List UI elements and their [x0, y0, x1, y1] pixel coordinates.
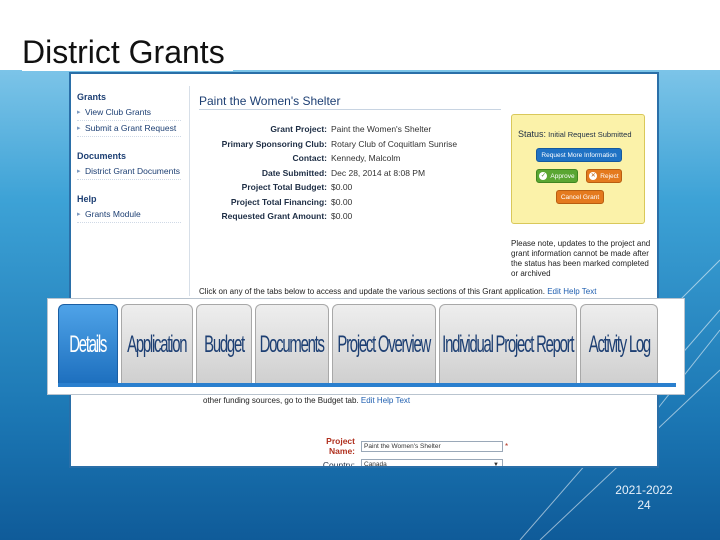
- tab-application[interactable]: Application: [121, 304, 193, 384]
- status-line: Status: Initial Request Submitted: [518, 129, 632, 139]
- nav-divider: [189, 86, 190, 296]
- budget-note: other funding sources, go to the Budget …: [203, 396, 410, 405]
- detail-value: $0.00: [331, 211, 353, 221]
- cancel-grant-button[interactable]: Cancel Grant: [556, 190, 604, 204]
- detail-value: Paint the Women's Shelter: [331, 124, 432, 134]
- detail-value: Rotary Club of Coquitlam Sunrise: [331, 138, 458, 149]
- footer-year: 2021-2022: [615, 483, 673, 497]
- tab-label: Details: [69, 330, 108, 358]
- tab-details[interactable]: Details: [58, 304, 118, 384]
- nav-heading-grants: Grants: [77, 92, 107, 102]
- tab-budget[interactable]: Budget: [196, 304, 252, 384]
- check-icon: ✓: [539, 172, 548, 181]
- tab-strip-zoom: Details Application Budget Documents Pro…: [47, 298, 685, 395]
- tabs-instruction: Click on any of the tabs below to access…: [199, 287, 596, 296]
- tab-project-overview[interactable]: Project Overview: [332, 304, 436, 384]
- edit-help-text-link-lower[interactable]: Edit Help Text: [361, 396, 410, 405]
- nav-item-submit-grant-request[interactable]: Submit a Grant Request: [77, 121, 181, 137]
- country-label: Country:: [322, 459, 355, 468]
- instruction-text: Click on any of the tabs below to access…: [199, 287, 545, 296]
- detail-row-contact: Contact: Kennedy, Malcolm: [199, 151, 539, 166]
- reject-button[interactable]: ✕ Reject: [586, 169, 622, 183]
- detail-value: $0.00: [331, 196, 353, 207]
- tab-list: Details Application Budget Documents Pro…: [58, 304, 658, 384]
- status-note: Please note, updates to the project and …: [511, 239, 651, 278]
- tab-label: Project Overview: [337, 330, 432, 358]
- detail-label: Grant Project:: [270, 124, 327, 134]
- tab-underline: [58, 383, 676, 387]
- detail-label: Requested Grant Amount:: [221, 211, 327, 221]
- page-number: 24: [637, 498, 651, 512]
- detail-label: Date Submitted:: [261, 167, 327, 178]
- country-row: Country: Canada ▼: [299, 459, 503, 468]
- detail-label: Project Total Financing:: [230, 196, 327, 207]
- approve-label: Approve: [550, 173, 575, 180]
- request-more-information-button[interactable]: Request More Information: [536, 148, 622, 162]
- detail-value: $0.00: [331, 182, 353, 192]
- detail-row-sponsoring-club: Primary Sponsoring Club: Rotary Club of C…: [199, 137, 539, 152]
- country-value: Canada: [364, 461, 387, 468]
- edit-help-text-link[interactable]: Edit Help Text: [547, 287, 596, 296]
- budget-note-text: other funding sources, go to the Budget …: [203, 396, 359, 405]
- detail-label: Primary Sponsoring Club:: [221, 138, 327, 149]
- grant-details: Grant Project: Paint the Women's Shelter …: [199, 122, 539, 224]
- tab-label: Documents: [259, 330, 325, 358]
- nav-heading-documents: Documents: [77, 151, 127, 161]
- reject-label: Reject: [600, 173, 619, 180]
- heading-divider: [199, 109, 501, 110]
- tab-activity-log[interactable]: Activity Log: [580, 304, 658, 384]
- grant-screenshot-panel: Grants View Club Grants Submit a Grant R…: [69, 72, 659, 468]
- status-label: Status:: [518, 129, 547, 139]
- project-name-input[interactable]: Paint the Women's Shelter: [361, 440, 503, 452]
- nav-heading-help: Help: [77, 194, 97, 204]
- approve-button[interactable]: ✓ Approve: [536, 169, 578, 183]
- detail-value: Dec 28, 2014 at 8:08 PM: [331, 167, 426, 178]
- slide-title: District Grants: [22, 34, 233, 71]
- required-marker: *: [505, 441, 509, 451]
- detail-value: Kennedy, Malcolm: [331, 153, 401, 163]
- tab-documents[interactable]: Documents: [255, 304, 329, 384]
- detail-label: Project Total Budget:: [241, 182, 327, 192]
- page-title: Paint the Women's Shelter: [199, 94, 341, 108]
- slide-footer: 2021-2022 24: [604, 483, 684, 513]
- tab-label: Budget: [204, 330, 245, 358]
- detail-label: Contact:: [292, 153, 327, 163]
- status-panel: Status: Initial Request Submitted Reques…: [511, 114, 645, 224]
- detail-row-grant-project: Grant Project: Paint the Women's Shelter: [199, 122, 539, 137]
- country-select[interactable]: Canada ▼: [361, 459, 503, 468]
- tab-label: Individual Project Report: [442, 330, 574, 358]
- tab-individual-project-report[interactable]: Individual Project Report: [439, 304, 577, 384]
- status-value: Initial Request Submitted: [548, 130, 632, 139]
- nav-item-view-club-grants[interactable]: View Club Grants: [77, 105, 181, 121]
- project-name-label: Project Name:: [326, 436, 355, 456]
- nav-item-grants-module[interactable]: Grants Module: [77, 207, 181, 223]
- close-icon: ✕: [589, 172, 598, 181]
- detail-row-date-submitted: Date Submitted: Dec 28, 2014 at 8:08 PM: [199, 166, 539, 181]
- nav-item-district-grant-documents[interactable]: District Grant Documents: [77, 164, 181, 180]
- chevron-down-icon: ▼: [493, 462, 499, 468]
- detail-row-total-financing: Project Total Financing: $0.00: [199, 195, 539, 210]
- left-navigation: Grants View Club Grants Submit a Grant R…: [77, 86, 181, 223]
- project-name-row: Project Name: Paint the Women's Shelter …: [299, 436, 508, 456]
- detail-row-requested-amount: Requested Grant Amount: $0.00: [199, 209, 539, 224]
- detail-row-total-budget: Project Total Budget: $0.00: [199, 180, 539, 195]
- tab-label: Application: [127, 330, 187, 358]
- tab-label: Activity Log: [588, 330, 650, 358]
